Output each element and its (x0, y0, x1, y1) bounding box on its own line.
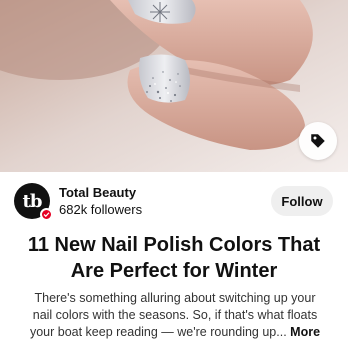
description-line: your boat keep reading — we're rounding … (29, 325, 287, 339)
follow-button[interactable]: Follow (271, 186, 333, 216)
check-icon (43, 212, 50, 218)
pin-creator-header: tb Total Beauty 682k followers Follow (0, 176, 348, 226)
avatar-initials: tb (22, 190, 43, 212)
pin-image[interactable] (0, 0, 348, 172)
pin-description: There's something alluring about switchi… (10, 290, 340, 341)
shop-tag-button[interactable] (299, 122, 337, 160)
creator-name[interactable]: Total Beauty (59, 185, 136, 200)
nail-art-photo (0, 0, 348, 172)
pin-title: 11 New Nail Polish Colors That Are Perfe… (27, 234, 321, 282)
tag-icon (311, 134, 325, 148)
follower-count: 682k followers (59, 202, 143, 217)
description-line: There's something alluring about switchi… (34, 291, 316, 305)
description-line: nail colors with the seasons. So, if tha… (32, 308, 318, 322)
verified-badge (40, 208, 53, 221)
more-link[interactable]: More (290, 325, 320, 339)
